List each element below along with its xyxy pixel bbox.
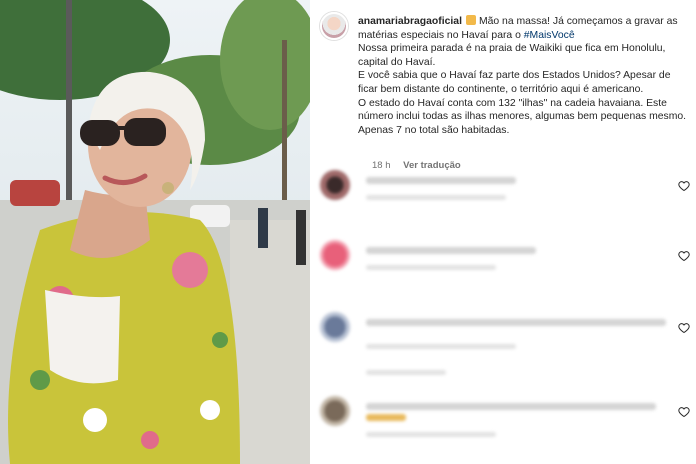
author-avatar[interactable] — [320, 12, 348, 40]
photo-illustration — [0, 0, 310, 464]
comment-meta — [366, 344, 516, 349]
comment-avatar[interactable] — [320, 240, 350, 270]
comment-avatar[interactable] — [320, 170, 350, 200]
comment-text — [366, 247, 536, 254]
comment-item — [320, 170, 696, 230]
comment-item — [320, 240, 696, 300]
post-photo[interactable] — [0, 0, 310, 464]
comment-text — [366, 177, 516, 184]
heart-outline-icon[interactable] — [678, 250, 690, 262]
post-panel: anamariabragaoficial Mão na massa! Já com… — [310, 0, 696, 464]
comment-text — [366, 319, 666, 326]
caption-line-2: Nossa primeira parada é na praia de Waik… — [358, 43, 666, 68]
caption-line-3: E você sabia que o Havaí faz parte dos E… — [358, 70, 671, 95]
comment-text — [366, 403, 656, 410]
hashtag-link[interactable]: #MaisVocê — [524, 30, 575, 41]
heart-outline-icon[interactable] — [678, 180, 690, 192]
hands-emoji-icon — [465, 15, 476, 25]
comment-meta — [366, 195, 506, 200]
comment-avatar[interactable] — [320, 396, 350, 426]
heart-outline-icon[interactable] — [678, 406, 690, 418]
comment-avatar[interactable] — [320, 312, 350, 342]
view-replies[interactable] — [366, 370, 446, 375]
comment-item — [320, 396, 696, 456]
caption-text: anamariabragaoficial Mão na massa! Já com… — [358, 15, 688, 137]
comment-meta — [366, 432, 496, 437]
comment-emojis — [366, 414, 406, 421]
comment-meta — [366, 265, 496, 270]
caption-line-4: O estado do Havaí conta com 132 "ilhas" … — [358, 97, 687, 136]
heart-outline-icon[interactable] — [678, 322, 690, 334]
author-username[interactable]: anamariabragaoficial — [358, 16, 462, 27]
comment-item — [320, 312, 696, 375]
